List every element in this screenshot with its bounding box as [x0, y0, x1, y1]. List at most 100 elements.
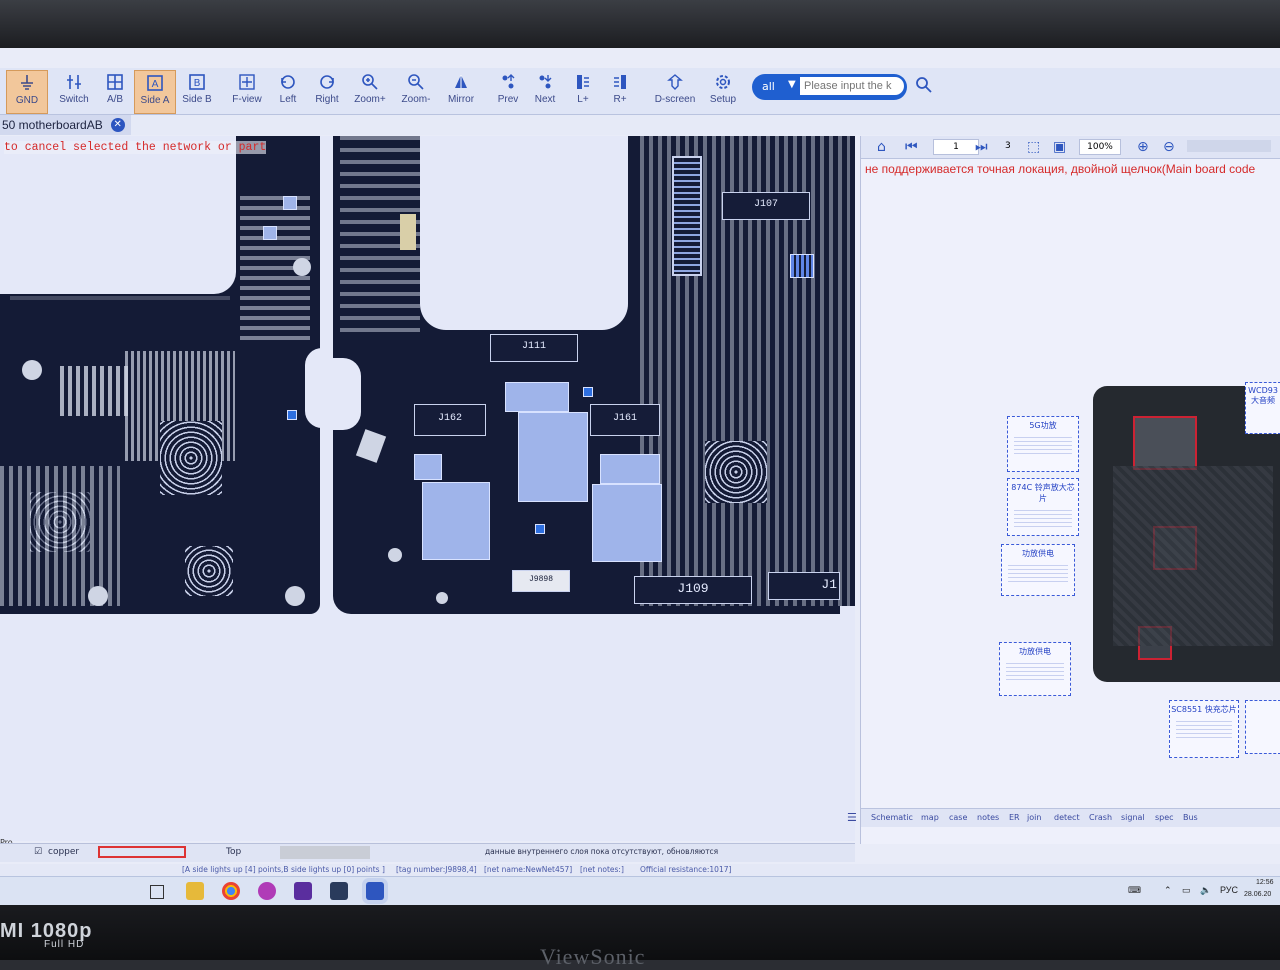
network-icon[interactable]: ▭	[1182, 885, 1191, 896]
mount-hole	[285, 586, 305, 606]
side-a-button[interactable]: A Side A	[134, 70, 176, 114]
schematic-search[interactable]	[1187, 140, 1271, 152]
page-total: 3	[1005, 141, 1011, 151]
tab-bus[interactable]: Bus	[1183, 813, 1198, 822]
layer-slider[interactable]	[280, 846, 370, 859]
zoom-in-button[interactable]: Zoom+	[350, 70, 390, 112]
monitor-bezel-top	[0, 0, 1280, 48]
ab-label: A/B	[106, 94, 124, 105]
keyboard-icon[interactable]: ⌨	[1128, 885, 1141, 896]
setup-button[interactable]: Setup	[703, 70, 743, 112]
home-icon[interactable]: ⌂	[877, 139, 886, 155]
menu-icon[interactable]: ☰	[847, 811, 857, 824]
steam-icon[interactable]	[330, 882, 348, 900]
callout-text	[1014, 507, 1072, 527]
tab-er[interactable]: ER	[1009, 813, 1020, 822]
volume-icon[interactable]: 🔈	[1200, 885, 1211, 896]
connector-vertical	[672, 156, 702, 276]
chevron-down-icon[interactable]: ▼	[788, 79, 796, 90]
switch-button[interactable]: Switch	[54, 70, 94, 112]
filter-select[interactable]: all	[762, 80, 775, 93]
search-icon[interactable]	[915, 76, 933, 94]
callout-pa-power-2[interactable]: 功放供电	[999, 642, 1071, 696]
pad-array	[0, 466, 120, 606]
prev-label: Prev	[497, 94, 519, 105]
f-view-label: F-view	[232, 94, 262, 105]
tab-join[interactable]: join	[1027, 813, 1041, 822]
callout-5g-pa[interactable]: 5G功放	[1007, 416, 1079, 472]
shield-chip	[505, 382, 569, 412]
layer-right-button[interactable]: R+	[600, 70, 640, 112]
gnd-button[interactable]: GND	[6, 70, 48, 114]
layer-color-swatch[interactable]	[98, 846, 186, 858]
callout-ringtone-amp[interactable]: 874C 铃声放大芯片	[1007, 478, 1079, 536]
zoom-select[interactable]: 100%	[1079, 139, 1121, 155]
layer-left-button[interactable]: L+	[563, 70, 603, 112]
tab-spec[interactable]: spec	[1155, 813, 1174, 822]
setup-label: Setup	[709, 94, 737, 105]
tab-crash[interactable]: Crash	[1089, 813, 1112, 822]
app-icon[interactable]	[258, 882, 276, 900]
next-button[interactable]: Next	[525, 70, 565, 112]
tab-motherboard[interactable]: 50 motherboardAB ✕	[0, 115, 131, 135]
d-screen-button[interactable]: D-screen	[652, 70, 698, 112]
callout-audio[interactable]: WCD93 大音频	[1245, 382, 1280, 434]
blue-pad	[790, 254, 814, 278]
tab-notes[interactable]: notes	[977, 813, 999, 822]
chrome-icon[interactable]	[222, 882, 240, 900]
connector-j162[interactable]: J162	[414, 404, 486, 436]
clock-date[interactable]: 28.06.20	[1244, 891, 1271, 898]
mirror-label: Mirror	[447, 94, 475, 105]
connector-j109[interactable]: J109	[634, 576, 752, 604]
cutout-left	[0, 136, 236, 294]
file-explorer-icon[interactable]	[186, 882, 204, 900]
tab-schematic[interactable]: Schematic	[871, 813, 913, 822]
info-lights: [A side lights up [4] points,B side ligh…	[182, 865, 385, 874]
last-page-icon[interactable]: ⏭	[975, 139, 988, 155]
zoom-out-button[interactable]: Zoom-	[396, 70, 436, 112]
language-indicator[interactable]: РУС	[1220, 885, 1238, 895]
tab-map[interactable]: map	[921, 813, 939, 822]
zoom-out-icon[interactable]: ⊖	[1163, 139, 1175, 155]
fit-width-icon[interactable]: ⬚	[1027, 139, 1040, 155]
fit-page-icon[interactable]: ▣	[1053, 139, 1066, 155]
clock-time[interactable]: 12:56	[1256, 879, 1274, 886]
connector-j1[interactable]: J1	[768, 572, 840, 600]
zoom-in-icon[interactable]: ⊕	[1137, 139, 1149, 155]
side-a-label: Side A	[140, 95, 170, 106]
next-label: Next	[534, 94, 556, 105]
page-input[interactable]: 1	[933, 139, 979, 155]
schematic-tabs: ☰ Schematic map case notes ER join detec…	[847, 808, 1280, 827]
connector-j107[interactable]: J107	[722, 192, 810, 220]
connector-j9898[interactable]: J9898	[512, 570, 570, 592]
connector-j111[interactable]: J111	[490, 334, 578, 362]
left-button[interactable]: Left	[268, 70, 308, 112]
search-input[interactable]	[800, 77, 904, 95]
right-button[interactable]: Right	[307, 70, 347, 112]
task-view-icon[interactable]	[150, 885, 164, 899]
f-view-button[interactable]: F-view	[227, 70, 267, 112]
board-viewer-icon[interactable]	[366, 882, 384, 900]
tab-detect[interactable]: detect	[1054, 813, 1080, 822]
mirror-button[interactable]: Mirror	[441, 70, 481, 112]
checkbox[interactable]: ☑	[34, 847, 42, 857]
prev-button[interactable]: Prev	[488, 70, 528, 112]
first-page-icon[interactable]: ⏮	[905, 139, 918, 155]
connector-j161[interactable]: J161	[590, 404, 660, 436]
app-icon[interactable]	[294, 882, 312, 900]
side-b-button[interactable]: B Side B	[177, 70, 217, 112]
callout-partial[interactable]	[1245, 700, 1280, 754]
document-tabs: 50 motherboardAB ✕	[0, 115, 1280, 135]
ab-button[interactable]: A/B	[95, 70, 135, 112]
callout-fast-charge[interactable]: SC8551 快充芯片	[1169, 700, 1239, 758]
board-view[interactable]: to cancel selected the network or part J…	[0, 136, 855, 887]
callout-pa-power[interactable]: 功放供电	[1001, 544, 1075, 596]
board-hint: to cancel selected the network or part	[4, 141, 267, 154]
tab-case[interactable]: case	[949, 813, 967, 822]
full-view-icon	[239, 74, 255, 90]
close-icon[interactable]: ✕	[110, 118, 125, 132]
next-icon	[539, 75, 552, 89]
main-toolbar: GND Switch A/B A Side A B Side B F-view …	[0, 68, 1280, 115]
tab-signal[interactable]: signal	[1121, 813, 1145, 822]
chevron-up-icon[interactable]: ⌃	[1164, 885, 1172, 896]
